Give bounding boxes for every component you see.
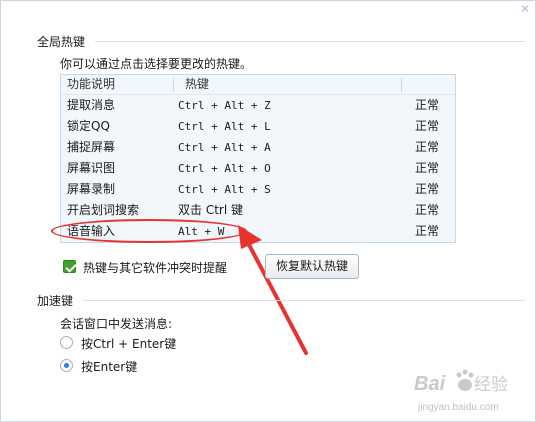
watermark: Bai 经验 jingyan.baidu.com — [412, 366, 530, 418]
svg-text:Bai: Bai — [414, 373, 446, 395]
hotkey-table: 功能说明 热键 提取消息 Ctrl + Alt + Z 正常 锁定QQ Ctrl… — [60, 74, 456, 243]
restore-default-hotkeys-button[interactable]: 恢复默认热键 — [265, 254, 359, 279]
hotkey-row-word-search[interactable]: 开启划词搜索 双击 Ctrl 键 正常 — [61, 200, 455, 221]
hotkey-row-capture-screen[interactable]: 捕捉屏幕 Ctrl + Alt + A 正常 — [61, 137, 455, 158]
enter-radio[interactable] — [60, 359, 73, 372]
row-status: 正常 — [415, 140, 440, 154]
enter-label[interactable]: 按Enter键 — [81, 358, 137, 375]
row-status: 正常 — [415, 203, 440, 217]
row-status: 正常 — [415, 119, 440, 133]
column-separator — [401, 78, 402, 92]
hotkey-hint-text: 你可以通过点击选择要更改的热键。 — [60, 57, 253, 71]
row-status: 正常 — [415, 224, 440, 238]
row-hotkey: Ctrl + Alt + S — [178, 183, 271, 196]
row-status: 正常 — [415, 161, 440, 175]
svg-text:经验: 经验 — [474, 375, 508, 395]
close-icon[interactable]: ✕ — [518, 2, 532, 16]
row-function: 提取消息 — [67, 98, 116, 112]
column-header-function: 功能说明 — [67, 77, 116, 91]
row-hotkey: Ctrl + Alt + O — [178, 162, 271, 175]
row-hotkey: Ctrl + Alt + Z — [178, 99, 271, 112]
hotkey-row-screen-recognition[interactable]: 屏幕识图 Ctrl + Alt + O 正常 — [61, 158, 455, 179]
conflict-reminder-checkbox[interactable] — [63, 260, 76, 273]
row-hotkey: 双击 Ctrl 键 — [178, 203, 243, 217]
row-function: 开启划词搜索 — [67, 203, 140, 217]
conflict-reminder-label[interactable]: 热键与其它软件冲突时提醒 — [83, 259, 227, 276]
section-divider — [83, 300, 525, 301]
column-header-hotkey: 热键 — [185, 77, 210, 91]
section-divider — [95, 41, 525, 42]
row-function: 屏幕录制 — [67, 182, 116, 196]
ctrl-enter-radio[interactable] — [60, 336, 73, 349]
global-hotkeys-section-title: 全局热键 — [37, 35, 86, 49]
watermark-url: jingyan.baidu.com — [418, 402, 499, 413]
row-hotkey: Ctrl + Alt + L — [178, 120, 271, 133]
baidu-jingyan-logo: Bai 经验 — [414, 369, 508, 395]
hotkey-row-lock-qq[interactable]: 锁定QQ Ctrl + Alt + L 正常 — [61, 116, 455, 137]
row-hotkey: Alt + W — [178, 225, 225, 238]
row-status: 正常 — [415, 182, 440, 196]
row-hotkey: Ctrl + Alt + A — [178, 141, 271, 154]
row-function: 锁定QQ — [67, 119, 110, 133]
row-function: 屏幕识图 — [67, 161, 116, 175]
row-status: 正常 — [415, 98, 440, 112]
send-message-label: 会话窗口中发送消息: — [60, 317, 173, 331]
hotkey-row-voice-input[interactable]: 语音输入 Alt + W 正常 — [61, 221, 455, 242]
column-separator — [173, 78, 174, 92]
row-function: 语音输入 — [67, 224, 116, 238]
accelerator-section-title: 加速键 — [37, 294, 74, 308]
hotkey-row-screen-recording[interactable]: 屏幕录制 Ctrl + Alt + S 正常 — [61, 179, 455, 200]
ctrl-enter-label[interactable]: 按Ctrl + Enter键 — [81, 335, 176, 352]
hotkey-row-extract-message[interactable]: 提取消息 Ctrl + Alt + Z 正常 — [61, 95, 455, 116]
row-function: 捕捉屏幕 — [67, 140, 116, 154]
